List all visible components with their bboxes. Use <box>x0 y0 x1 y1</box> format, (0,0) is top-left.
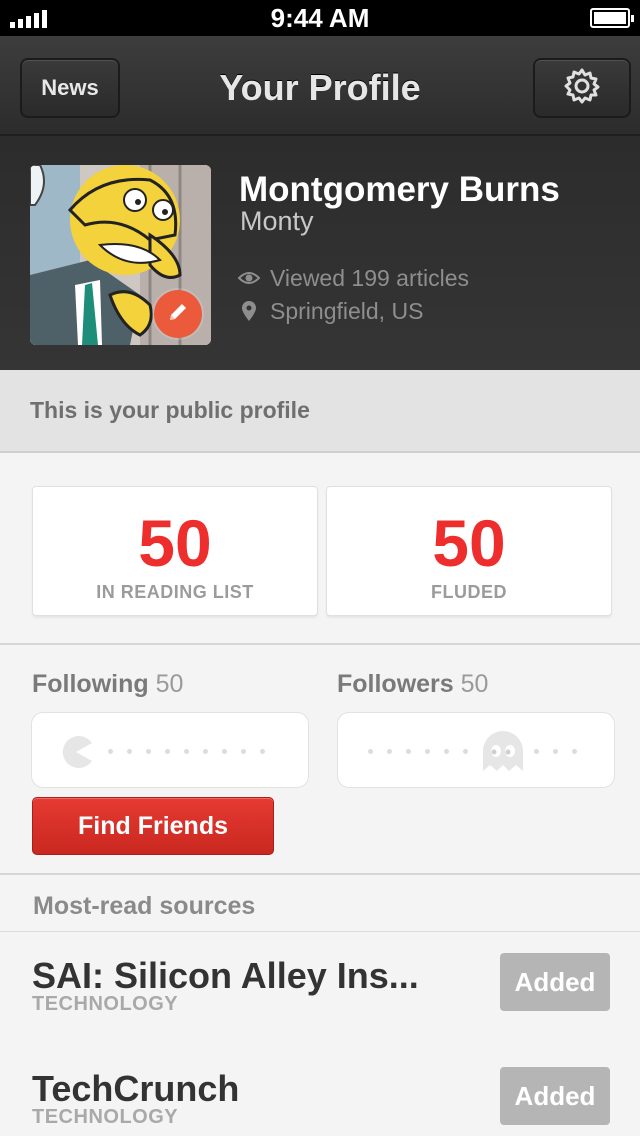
reading-list-count: 50 <box>138 506 212 580</box>
following-box[interactable] <box>31 712 309 788</box>
eye-icon <box>238 267 260 289</box>
navigation-bar: News Your Profile <box>0 36 640 136</box>
fluded-card[interactable]: 50 FLUDED <box>326 486 612 616</box>
fluded-count: 50 <box>432 506 506 580</box>
most-read-sources-heading: Most-read sources <box>33 892 256 920</box>
battery-icon <box>590 8 634 28</box>
fluded-label: FLUDED <box>431 582 507 602</box>
news-back-button[interactable]: News <box>20 58 120 118</box>
following-count: 50 <box>155 670 184 698</box>
gear-icon <box>562 66 602 111</box>
settings-button[interactable] <box>533 58 631 118</box>
source-name[interactable]: TechCrunch <box>32 1068 239 1110</box>
pacman-icon <box>58 735 94 774</box>
followers-box[interactable] <box>337 712 615 788</box>
pencil-icon <box>165 299 191 330</box>
following-heading: Following 50 <box>32 670 183 699</box>
public-profile-banner: This is your public profile <box>0 370 640 453</box>
divider <box>0 873 640 875</box>
added-button[interactable]: Added <box>500 1067 610 1125</box>
reading-list-card[interactable]: 50 IN READING LIST <box>32 486 318 616</box>
page-title: Your Profile <box>219 67 421 108</box>
reading-list-label: IN READING LIST <box>96 582 254 602</box>
location-text: Springfield, US <box>270 298 424 324</box>
profile-nickname: Monty <box>240 206 314 236</box>
location: Springfield, US <box>238 297 423 325</box>
location-pin-icon <box>238 300 260 322</box>
edit-profile-button[interactable] <box>154 290 202 338</box>
followers-label: Followers <box>337 670 454 698</box>
added-button[interactable]: Added <box>500 953 610 1011</box>
followers-dots-right <box>534 749 577 755</box>
followers-count: 50 <box>460 670 489 698</box>
ghost-icon <box>481 731 525 776</box>
source-name[interactable]: SAI: Silicon Alley Ins... <box>32 955 419 997</box>
following-dots <box>108 749 265 755</box>
followers-dots-left <box>368 749 468 755</box>
status-time: 9:44 AM <box>270 3 370 33</box>
divider <box>0 931 640 932</box>
following-label: Following <box>32 670 149 698</box>
viewed-articles: Viewed 199 articles <box>238 264 469 292</box>
source-category: TECHNOLOGY <box>32 993 179 1015</box>
divider <box>0 643 640 645</box>
public-profile-text: This is your public profile <box>30 397 310 423</box>
followers-heading: Followers 50 <box>337 670 488 699</box>
find-friends-button[interactable]: Find Friends <box>32 797 274 855</box>
status-bar: 9:44 AM <box>0 0 640 36</box>
viewed-articles-text: Viewed 199 articles <box>270 265 470 291</box>
source-category: TECHNOLOGY <box>32 1106 179 1128</box>
